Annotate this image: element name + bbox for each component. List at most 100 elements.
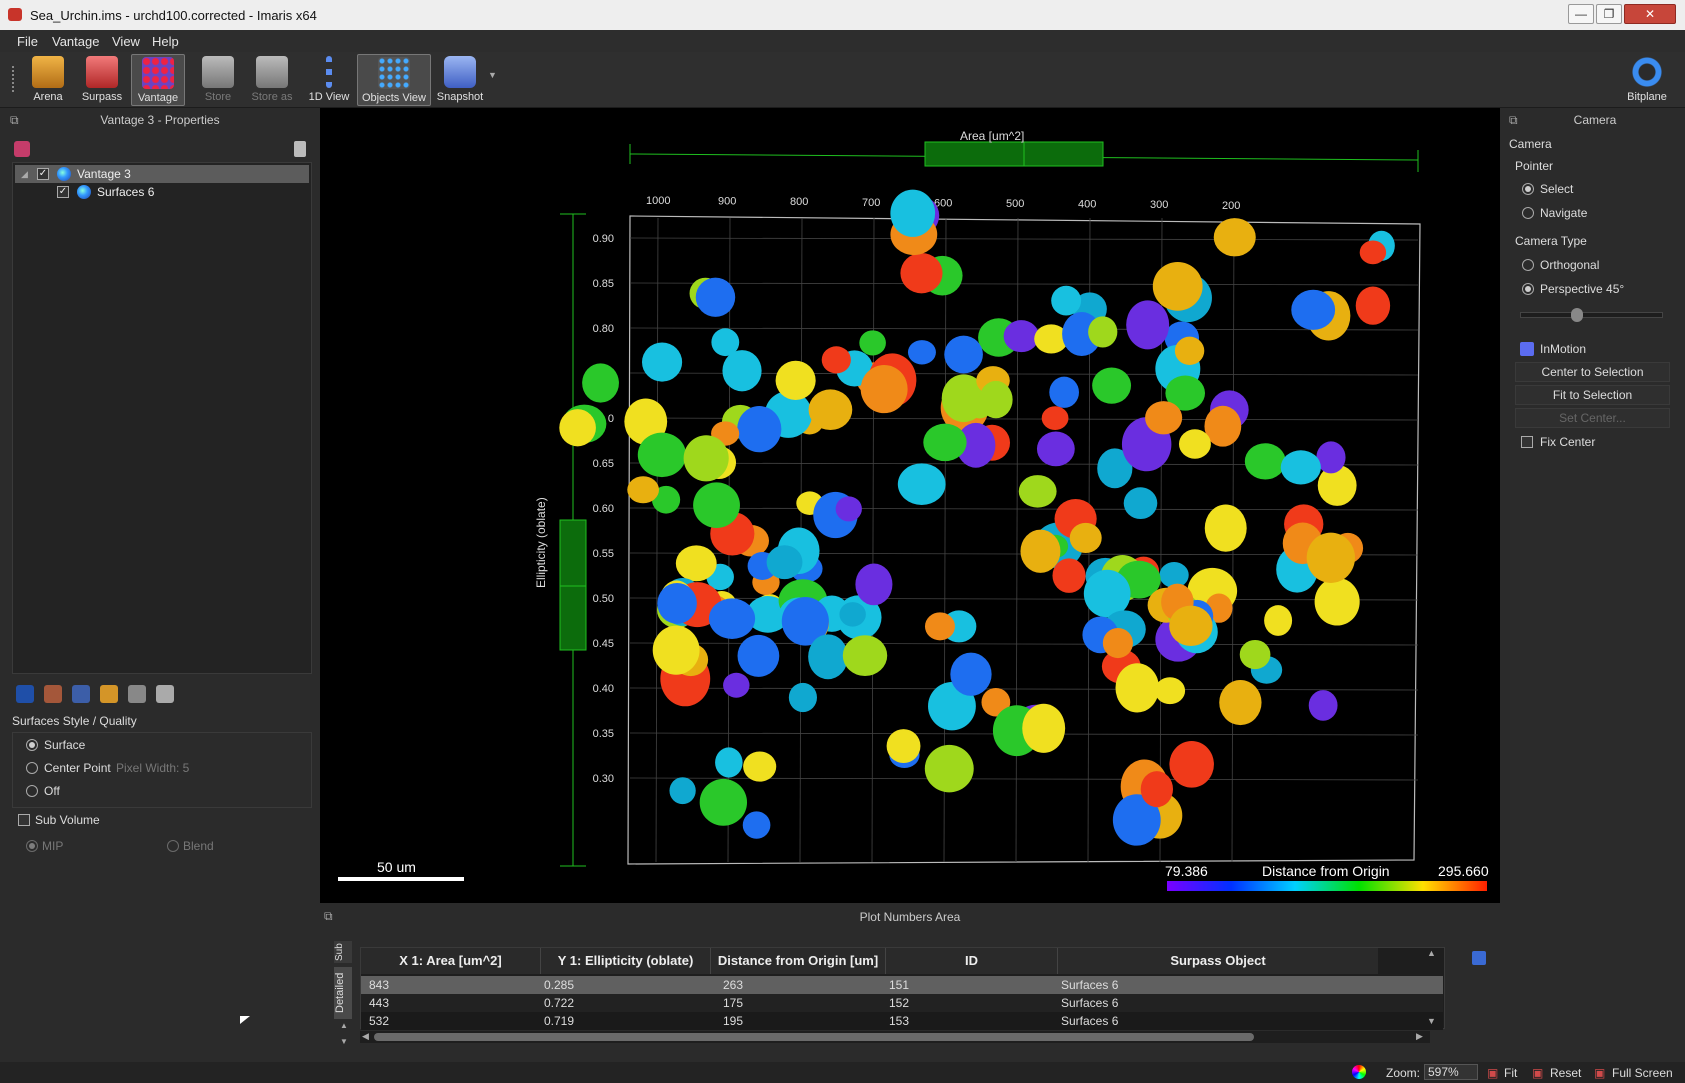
wand-tab-icon[interactable] — [44, 685, 62, 703]
maximize-button[interactable]: ❐ — [1596, 4, 1622, 24]
surface-object[interactable] — [637, 432, 687, 478]
surface-object[interactable] — [1115, 663, 1160, 713]
scrollbar-thumb[interactable] — [374, 1033, 1254, 1041]
tree-item-surfaces-6[interactable]: ✓ Surfaces 6 — [15, 183, 309, 201]
surface-object[interactable] — [1018, 475, 1057, 508]
table-row[interactable]: 843 0.285 263 151 Surfaces 6 — [361, 976, 1443, 994]
scatter-plot-3d[interactable]: Area [um^2] Ellipticity (oblate) 1000 900… — [320, 108, 1500, 903]
surface-object[interactable] — [1069, 522, 1102, 554]
surface-object[interactable] — [1355, 286, 1391, 325]
surface-object[interactable] — [1213, 218, 1256, 257]
surface-object[interactable] — [627, 476, 660, 504]
side-tab-sub[interactable]: Sub — [334, 941, 352, 963]
center-to-selection-button[interactable]: Center to Selection — [1515, 362, 1670, 382]
surface-object[interactable] — [1169, 605, 1213, 647]
statistics-tab-icon[interactable] — [156, 685, 174, 703]
surface-object[interactable] — [890, 189, 936, 237]
surface-object[interactable] — [1083, 569, 1131, 618]
surface-object[interactable] — [859, 330, 886, 356]
surface-object[interactable] — [715, 747, 743, 778]
navigate-radio[interactable] — [1522, 207, 1534, 219]
fit-icon[interactable]: ▣ — [1487, 1066, 1498, 1080]
menu-view[interactable]: View — [112, 34, 140, 49]
snapshot-button[interactable]: Snapshot — [435, 54, 485, 106]
1d-view-button[interactable]: 1D View — [307, 54, 351, 106]
horizontal-scrollbar[interactable]: ◀ ▶ — [360, 1031, 1430, 1043]
surface-object[interactable] — [1140, 771, 1174, 808]
column-header-ellipticity[interactable]: Y 1: Ellipticity (oblate) — [541, 948, 711, 974]
tab-scroll-up-icon[interactable]: ▲ — [340, 1021, 348, 1030]
column-header-distance[interactable]: Distance from Origin [um] — [711, 948, 886, 974]
surface-object[interactable] — [1003, 320, 1039, 353]
save-icon[interactable] — [1472, 951, 1486, 965]
surface-object[interactable] — [1051, 285, 1082, 316]
fullscreen-icon[interactable]: ▣ — [1594, 1066, 1605, 1080]
undock-icon[interactable]: ⧉ — [10, 108, 19, 132]
surface-object[interactable] — [641, 342, 683, 382]
surface-object[interactable] — [1169, 740, 1214, 788]
table-row[interactable]: 532 0.719 195 153 Surfaces 6 — [361, 1012, 1443, 1030]
center-point-radio[interactable] — [26, 762, 38, 774]
surface-object[interactable] — [1145, 401, 1183, 435]
delete-icon[interactable] — [294, 141, 306, 157]
surface-object[interactable] — [652, 625, 700, 675]
surface-object[interactable] — [737, 634, 780, 677]
table-row[interactable]: 443 0.722 175 152 Surfaces 6 — [361, 994, 1443, 1012]
fit-button[interactable]: Fit — [1504, 1066, 1517, 1080]
surface-object[interactable] — [1174, 336, 1205, 365]
snapshot-dropdown-icon[interactable]: ▼ — [488, 70, 497, 80]
toolbar-grip[interactable] — [12, 66, 18, 92]
tab-scroll-down-icon[interactable]: ▼ — [340, 1037, 348, 1046]
surface-object[interactable] — [699, 778, 748, 826]
menu-help[interactable]: Help — [152, 34, 179, 49]
surface-object[interactable] — [1123, 487, 1158, 520]
surface-object[interactable] — [559, 409, 596, 447]
surface-object[interactable] — [1178, 429, 1211, 459]
surface-object[interactable] — [1308, 690, 1338, 721]
surface-object[interactable] — [821, 346, 851, 374]
scroll-up-icon[interactable]: ▲ — [1427, 948, 1436, 958]
surface-object[interactable] — [1219, 679, 1262, 726]
color-wheel-icon[interactable] — [1352, 1065, 1366, 1079]
settings-tab-icon[interactable] — [72, 685, 90, 703]
surface-object[interactable] — [923, 423, 967, 462]
surface-object[interactable] — [1264, 605, 1293, 636]
fit-to-selection-button[interactable]: Fit to Selection — [1515, 385, 1670, 405]
surface-object[interactable] — [1092, 367, 1132, 404]
surface-object[interactable] — [788, 682, 817, 713]
surface-object[interactable] — [722, 350, 762, 392]
surface-object[interactable] — [1049, 376, 1079, 408]
sub-volume-checkbox[interactable] — [18, 814, 30, 826]
scroll-down-icon[interactable]: ▼ — [1427, 1016, 1436, 1026]
surface-objects[interactable] — [559, 189, 1395, 846]
tree-item-vantage-3[interactable]: ◢ ✓ Vantage 3 — [15, 165, 309, 183]
surface-object[interactable] — [1154, 677, 1186, 705]
filter-tab-icon[interactable] — [128, 685, 146, 703]
surface-object[interactable] — [1022, 703, 1066, 753]
store-as-button[interactable]: Store as — [248, 54, 296, 106]
surface-object[interactable] — [808, 389, 853, 431]
surface-object[interactable] — [886, 729, 921, 764]
camera-undock-icon[interactable]: ⧉ — [1509, 108, 1518, 132]
vantage-button[interactable]: Vantage — [131, 54, 185, 106]
zoom-select[interactable]: 597% — [1424, 1064, 1478, 1080]
surface-object[interactable] — [1314, 577, 1360, 626]
set-center-button[interactable]: Set Center... — [1515, 408, 1670, 428]
surface-object[interactable] — [835, 496, 862, 522]
perspective-slider[interactable] — [1520, 308, 1663, 322]
fix-center-checkbox[interactable] — [1521, 436, 1533, 448]
store-button[interactable]: Store — [196, 54, 240, 106]
surface-object[interactable] — [1020, 529, 1061, 573]
surface-object[interactable] — [1041, 406, 1069, 430]
surface-object[interactable] — [842, 635, 888, 677]
perspective-slider-handle[interactable] — [1570, 308, 1583, 322]
select-radio[interactable] — [1522, 183, 1534, 195]
surface-object[interactable] — [900, 253, 943, 294]
surface-object[interactable] — [1052, 558, 1086, 593]
surface-object[interactable] — [897, 463, 946, 505]
surpass-button[interactable]: Surpass — [78, 54, 126, 106]
column-header-surpass-object[interactable]: Surpass Object — [1058, 948, 1378, 974]
surface-object[interactable] — [944, 335, 983, 374]
surface-object[interactable] — [742, 811, 771, 839]
surface-object[interactable] — [743, 751, 777, 782]
